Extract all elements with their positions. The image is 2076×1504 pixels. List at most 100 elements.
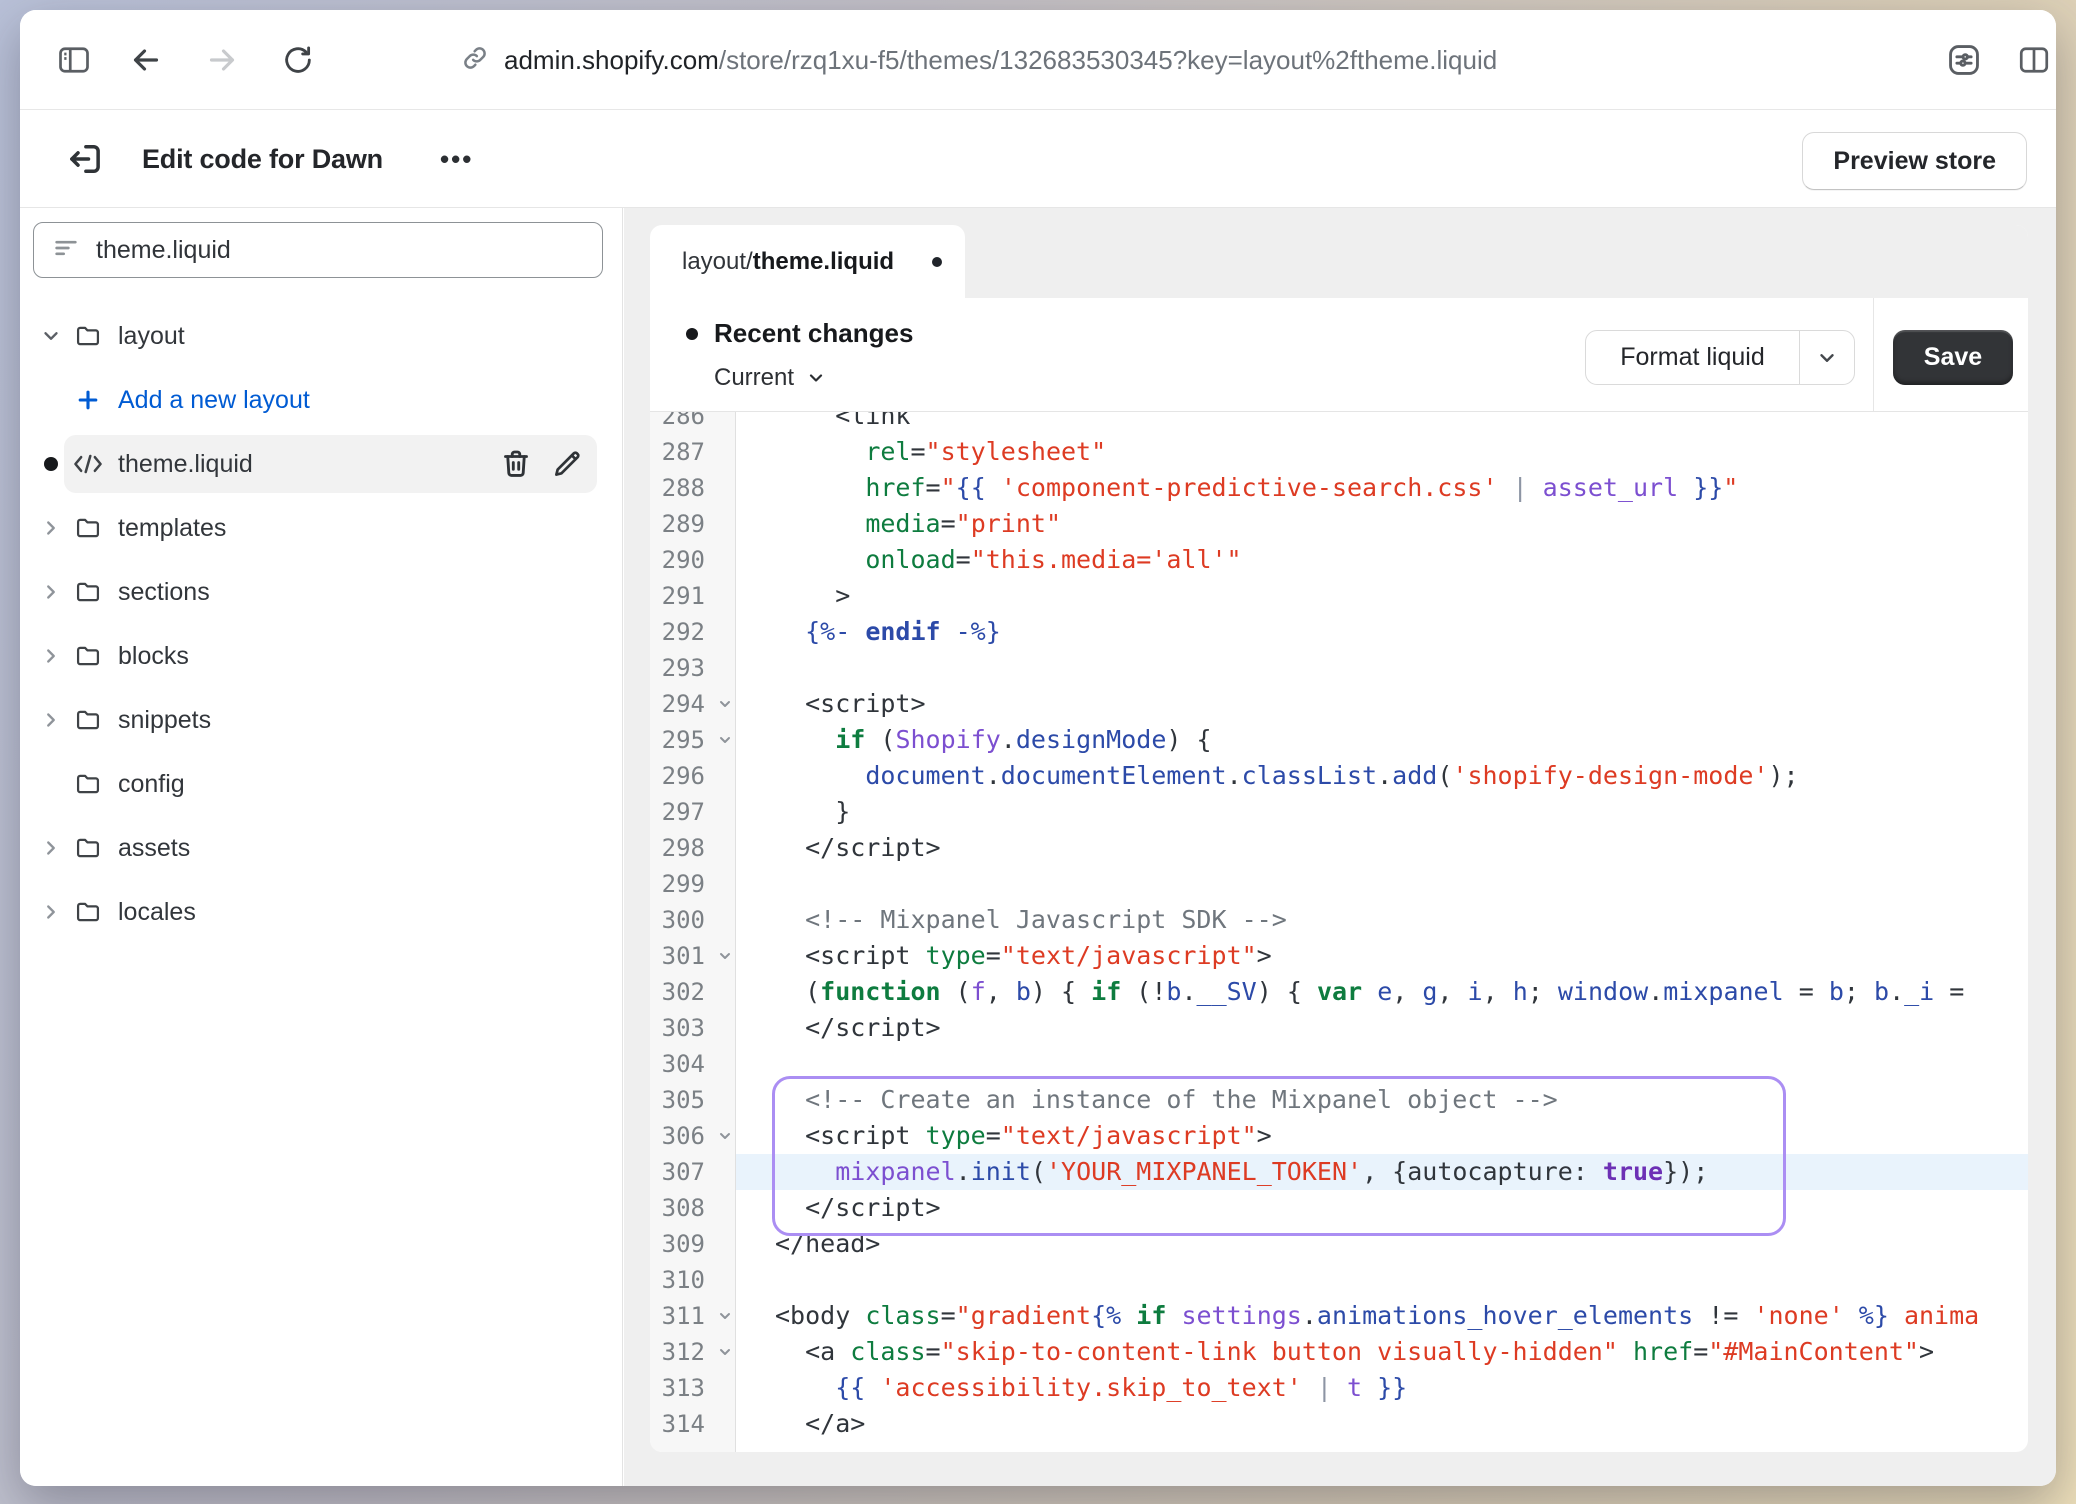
sidebar-item-config[interactable]: config	[20, 752, 622, 816]
fold-chevron-icon	[717, 696, 733, 712]
trash-button[interactable]	[498, 446, 534, 482]
chevron-down-icon	[40, 325, 62, 347]
unsaved-dot	[932, 257, 942, 267]
split-view-icon[interactable]	[2014, 40, 2054, 80]
code-line-308: </script>	[736, 1190, 2028, 1226]
folder-icon	[74, 514, 102, 542]
code-line-302: (function (f, b) { if (!b.__SV) { var e,…	[736, 974, 2028, 1010]
url-host: admin.shopify.com	[504, 45, 719, 75]
code-line-294: <script>	[736, 686, 2028, 722]
back-icon[interactable]	[126, 40, 166, 80]
chevron-down-icon	[1816, 347, 1838, 369]
browser-toolbar: admin.shopify.com/store/rzq1xu-f5/themes…	[20, 10, 2056, 110]
version-dropdown[interactable]: Current	[714, 364, 826, 392]
sidebar-item-label: Add a new layout	[118, 386, 310, 415]
format-liquid-button[interactable]: Format liquid	[1586, 331, 1800, 384]
browser-window: admin.shopify.com/store/rzq1xu-f5/themes…	[20, 10, 2056, 1486]
sidebar-item-locales[interactable]: locales	[20, 880, 622, 944]
sidebar-item-layout[interactable]: layout	[20, 304, 622, 368]
code-line-303: </script>	[736, 1010, 2028, 1046]
tune-icon[interactable]	[1944, 40, 1984, 80]
trash-icon	[498, 446, 534, 482]
sidebar-item-label: layout	[118, 322, 185, 351]
pencil-button[interactable]	[550, 447, 584, 481]
sidebar-item-label: blocks	[118, 642, 189, 671]
address-bar[interactable]: admin.shopify.com/store/rzq1xu-f5/themes…	[460, 10, 1497, 110]
code-area[interactable]: <link rel="stylesheet" href="{{ 'compone…	[736, 412, 2028, 1452]
sidebar-item-snippets[interactable]: snippets	[20, 688, 622, 752]
code-line-306: <script type="text/javascript">	[736, 1118, 2028, 1154]
filter-icon	[52, 234, 80, 267]
line-number: 288	[650, 470, 735, 506]
line-number: 293	[650, 650, 735, 686]
line-number[interactable]: 301	[650, 938, 735, 974]
line-number: 298	[650, 830, 735, 866]
code-line-311: <body class="gradient{% if settings.anim…	[736, 1298, 2028, 1334]
line-number: 314	[650, 1406, 735, 1442]
line-number: 291	[650, 578, 735, 614]
forward-icon[interactable]	[202, 40, 242, 80]
line-number: 303	[650, 1010, 735, 1046]
code-line-300: <!-- Mixpanel Javascript SDK -->	[736, 902, 2028, 938]
code-line-296: document.documentElement.classList.add('…	[736, 758, 2028, 794]
panel-toggle-icon[interactable]	[54, 40, 94, 80]
save-button[interactable]: Save	[1893, 330, 2013, 385]
pencil-icon	[550, 447, 584, 481]
overflow-menu-icon[interactable]: •••	[440, 110, 473, 208]
desktop-background: admin.shopify.com/store/rzq1xu-f5/themes…	[0, 0, 2076, 1504]
line-number: 308	[650, 1190, 735, 1226]
sidebar-item-assets[interactable]: assets	[20, 816, 622, 880]
folder-icon	[74, 898, 102, 926]
chevron-right-icon	[40, 517, 62, 539]
content-area: theme.liquid layout Add a new layout theme…	[20, 208, 2056, 1486]
code-toolbar: Recent changes Current Format liquid	[650, 298, 2028, 412]
code-line-309: </head>	[736, 1226, 2028, 1262]
tab-theme-liquid[interactable]: layout/theme.liquid	[650, 225, 965, 298]
fold-chevron-icon	[717, 1344, 733, 1360]
line-number: 307	[650, 1154, 735, 1190]
sidebar-item-label: sections	[118, 578, 210, 607]
folder-icon	[74, 834, 102, 862]
line-number[interactable]: 295	[650, 722, 735, 758]
folder-icon	[74, 322, 102, 350]
line-number[interactable]: 306	[650, 1118, 735, 1154]
format-liquid-caret[interactable]	[1800, 331, 1854, 384]
sidebar-item-theme-liquid[interactable]: theme.liquid	[20, 432, 622, 496]
chevron-right-icon	[40, 581, 62, 603]
line-number[interactable]: 312	[650, 1334, 735, 1370]
code-line-313: {{ 'accessibility.skip_to_text' | t }}	[736, 1370, 2028, 1406]
code-line-314: </a>	[736, 1406, 2028, 1442]
file-search-input[interactable]: theme.liquid	[33, 222, 603, 278]
line-number: 299	[650, 866, 735, 902]
code-line-289: media="print"	[736, 506, 2028, 542]
sidebar-item-sections[interactable]: sections	[20, 560, 622, 624]
code-line-293	[736, 650, 2028, 686]
exit-icon[interactable]	[62, 136, 108, 182]
version-label: Current	[714, 364, 794, 392]
preview-store-button[interactable]: Preview store	[1802, 132, 2027, 190]
line-number: 304	[650, 1046, 735, 1082]
code-file-icon	[72, 452, 104, 476]
sidebar-item-label: assets	[118, 834, 190, 863]
chevron-down-icon	[806, 368, 826, 388]
line-number: 309	[650, 1226, 735, 1262]
line-number: 300	[650, 902, 735, 938]
chevron-right-icon	[40, 709, 62, 731]
sidebar-item-blocks[interactable]: blocks	[20, 624, 622, 688]
unsaved-dot	[44, 457, 58, 471]
sidebar-item-templates[interactable]: templates	[20, 496, 622, 560]
line-number[interactable]: 311	[650, 1298, 735, 1334]
tab-strip: layout/theme.liquid	[650, 225, 2028, 298]
code-line-292: {%- endif -%}	[736, 614, 2028, 650]
line-number[interactable]: 294	[650, 686, 735, 722]
tab-file-name: theme.liquid	[753, 248, 894, 276]
code-editor[interactable]: 2862872882892902912922932942952962972982…	[650, 412, 2028, 1452]
code-line-304	[736, 1046, 2028, 1082]
code-line-290: onload="this.media='all'"	[736, 542, 2028, 578]
code-line-298: </script>	[736, 830, 2028, 866]
sidebar-item-add-a-new-layout[interactable]: Add a new layout	[20, 368, 622, 432]
line-number: 296	[650, 758, 735, 794]
chevron-right-icon	[40, 901, 62, 923]
reload-icon[interactable]	[278, 40, 318, 80]
line-number: 290	[650, 542, 735, 578]
